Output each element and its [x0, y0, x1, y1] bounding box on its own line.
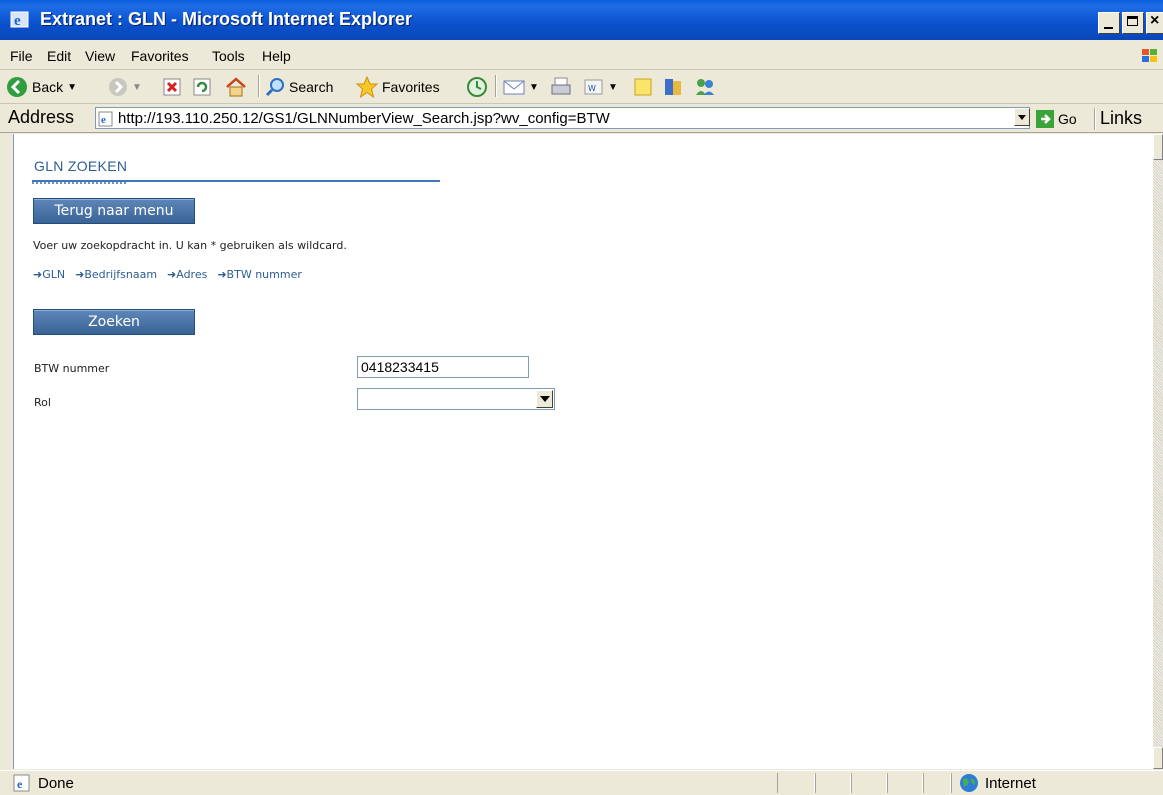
go-label: Go: [1058, 111, 1077, 127]
chevron-down-icon: ▼: [608, 81, 618, 93]
window-title: Extranet : GLN - Microsoft Internet Expl…: [40, 9, 413, 29]
address-url: http://193.110.250.12/GS1/GLNNumberView_…: [118, 110, 610, 127]
address-dropdown-button[interactable]: [1014, 108, 1030, 126]
chevron-down-icon: ▼: [132, 81, 142, 93]
link-bedrijfsnaam[interactable]: ➜Bedrijfsnaam: [75, 268, 157, 281]
close-icon: ×: [1150, 12, 1160, 29]
mail-button[interactable]: ▼: [503, 76, 539, 98]
history-button[interactable]: [466, 76, 488, 98]
go-arrow-icon: [1036, 110, 1054, 128]
mail-icon: [503, 80, 525, 95]
note-icon: [634, 78, 652, 96]
forward-arrow-icon: [109, 78, 127, 96]
search-icon: [265, 78, 284, 97]
home-icon: [226, 77, 246, 97]
back-label: Back: [32, 79, 64, 95]
back-arrow-icon: [7, 77, 27, 97]
rol-label: Rol: [34, 396, 51, 409]
menu-bar: File Edit View Favorites Tools Help: [0, 43, 1163, 70]
rol-select[interactable]: [357, 388, 555, 410]
page-icon: e: [98, 111, 113, 127]
chevron-down-icon: ▼: [67, 81, 78, 93]
address-bar: Address e http://193.110.250.12/GS1/GLNN…: [0, 104, 1163, 133]
globe-icon: [960, 774, 978, 792]
page-title: GLN ZOEKEN: [34, 158, 128, 174]
title-divider-dots: [32, 182, 127, 184]
btw-label: BTW nummer: [34, 362, 110, 375]
maximize-button[interactable]: [1122, 12, 1144, 34]
stop-icon: [163, 78, 181, 96]
address-label: Address: [8, 107, 75, 127]
scroll-up-button[interactable]: [1153, 134, 1163, 160]
stop-button[interactable]: [163, 76, 181, 98]
scroll-down-button[interactable]: [1153, 747, 1163, 769]
vertical-scrollbar[interactable]: [1153, 134, 1163, 769]
instruction-text: Voer uw zoekopdracht in. U kan * gebruik…: [33, 239, 347, 252]
favorites-label: Favorites: [382, 79, 440, 95]
status-bar: e Done Internet: [0, 770, 1163, 795]
btw-input[interactable]: [357, 356, 529, 378]
windows-flag-icon: [1142, 49, 1157, 62]
search-mode-links: ➜GLN ➜Bedrijfsnaam ➜Adres ➜BTW nummer: [33, 268, 302, 281]
chevron-down-icon[interactable]: [536, 390, 553, 408]
search-submit-button[interactable]: Zoeken: [33, 309, 195, 335]
toolbar: Back ▼ ▼ Search Favorites ▼ W ▼: [0, 71, 1163, 104]
discuss-button[interactable]: [633, 76, 653, 98]
chevron-down-icon: ▼: [529, 81, 539, 93]
minimize-button[interactable]: [1098, 12, 1120, 34]
research-button[interactable]: [662, 76, 684, 98]
home-button[interactable]: [225, 76, 247, 98]
svg-text:W: W: [588, 84, 596, 93]
favorites-button[interactable]: Favorites: [356, 76, 440, 98]
back-to-menu-button[interactable]: Terug naar menu: [33, 198, 195, 224]
history-icon: [467, 77, 487, 97]
status-text: Done: [38, 775, 74, 792]
address-input[interactable]: e http://193.110.250.12/GS1/GLNNumberVie…: [95, 107, 1030, 129]
messenger-button[interactable]: [694, 76, 716, 98]
page-icon: e: [13, 774, 30, 792]
menu-help[interactable]: Help: [262, 48, 291, 64]
svg-text:e: e: [14, 13, 21, 29]
refresh-button[interactable]: [193, 76, 211, 98]
menu-tools[interactable]: Tools: [212, 48, 245, 64]
menu-edit[interactable]: Edit: [47, 48, 71, 64]
search-label: Search: [289, 79, 334, 95]
svg-text:e: e: [101, 114, 106, 126]
links-button[interactable]: Links: [1100, 108, 1142, 129]
page-content: GLN ZOEKEN Terug naar menu Voer uw zoeko…: [13, 134, 1153, 769]
research-icon: [665, 79, 681, 95]
menu-favorites[interactable]: Favorites: [131, 48, 189, 64]
go-button[interactable]: Go: [1036, 109, 1077, 129]
print-icon: [551, 77, 571, 95]
svg-text:e: e: [17, 777, 23, 791]
edit-button[interactable]: W ▼: [584, 76, 618, 98]
title-bar: e Extranet : GLN - Microsoft Internet Ex…: [0, 0, 1163, 40]
link-adres[interactable]: ➜Adres: [167, 268, 207, 281]
star-icon: [356, 76, 378, 98]
refresh-icon: [193, 78, 211, 96]
print-button[interactable]: [550, 76, 572, 98]
link-gln[interactable]: ➜GLN: [33, 268, 65, 281]
edit-icon: W: [584, 79, 603, 95]
close-button[interactable]: ×: [1146, 12, 1163, 34]
messenger-icon: [696, 79, 714, 95]
menu-file[interactable]: File: [10, 48, 33, 64]
search-button[interactable]: Search: [265, 76, 333, 98]
menu-view[interactable]: View: [85, 48, 115, 64]
ie-logo-icon: e: [10, 11, 29, 29]
link-btw-nummer[interactable]: ➜BTW nummer: [217, 268, 302, 281]
forward-button[interactable]: ▼: [108, 76, 142, 98]
back-button[interactable]: Back ▼: [6, 76, 77, 98]
security-zone-label: Internet: [985, 775, 1036, 792]
